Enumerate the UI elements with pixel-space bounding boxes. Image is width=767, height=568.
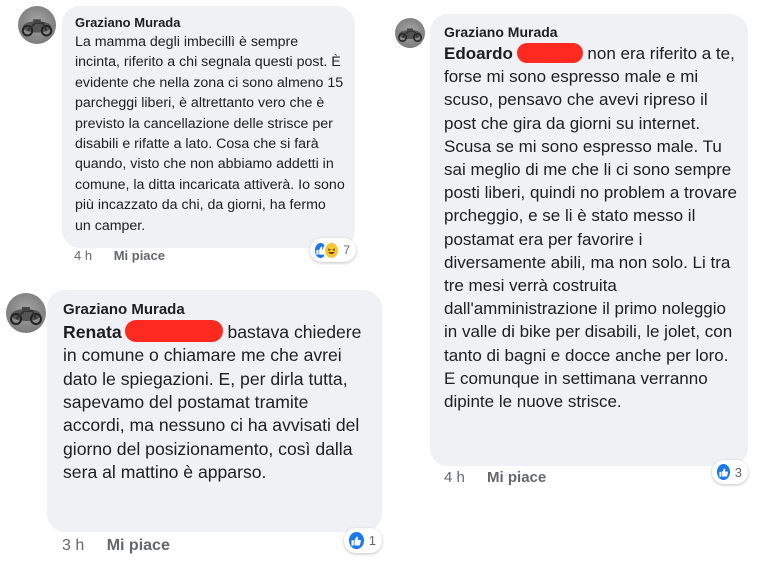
comment-meta: 4 h Mi piace	[444, 469, 546, 487]
like-icon	[347, 530, 366, 551]
mention-link[interactable]: Renata	[63, 322, 122, 342]
motorcycle-avatar-icon	[10, 307, 42, 325]
like-icon	[715, 462, 732, 482]
like-button[interactable]: Mi piace	[114, 248, 165, 263]
reactions-badge[interactable]: 7	[310, 238, 356, 262]
comment-text: La mamma degli imbecillì è sempre incint…	[75, 34, 345, 234]
reaction-count: 7	[343, 243, 350, 257]
comment-bubble: Graziano Murada Renata bastava chiedere …	[47, 290, 382, 532]
like-button[interactable]: Mi piace	[487, 469, 546, 486]
comment-meta: 3 h Mi piace	[62, 536, 170, 556]
reaction-count: 3	[734, 464, 742, 480]
avatar[interactable]	[18, 6, 56, 44]
comment-bubble: Graziano Murada La mamma degli imbecillì…	[62, 6, 355, 248]
comment-body: non era riferito a te, forse mi sono esp…	[444, 44, 737, 412]
reaction-count: 1	[368, 533, 376, 548]
comment-author[interactable]: Graziano Murada	[63, 300, 368, 319]
redaction-mark	[124, 320, 223, 343]
avatar[interactable]	[6, 293, 46, 333]
like-button[interactable]: Mi piace	[107, 537, 170, 554]
haha-icon	[323, 240, 341, 260]
mention-link[interactable]: Edoardo	[444, 44, 513, 63]
motorcycle-avatar-icon	[21, 19, 53, 37]
comment-author[interactable]: Graziano Murada	[75, 15, 343, 31]
reactions-badge[interactable]: 3	[712, 460, 748, 484]
comment-bubble: Graziano Murada Edoardo non era riferito…	[430, 14, 748, 466]
reactions-badge[interactable]: 1	[344, 528, 382, 553]
motorcycle-avatar-icon	[398, 28, 422, 42]
comment-timestamp[interactable]: 3 h	[62, 537, 84, 554]
redaction-mark	[516, 42, 583, 63]
comment-timestamp[interactable]: 4 h	[444, 469, 465, 486]
comment-meta: 4 h Mi piace	[74, 248, 165, 264]
comment-text: Renata bastava chiedere in comune o chia…	[63, 320, 368, 484]
comment-author[interactable]: Graziano Murada	[444, 24, 738, 41]
comment-body: bastava chiedere in comune o chiamare me…	[63, 322, 362, 482]
comment-timestamp[interactable]: 4 h	[74, 248, 92, 263]
avatar[interactable]	[395, 18, 425, 48]
comment-text: Edoardo non era riferito a te, forse mi …	[444, 42, 738, 413]
